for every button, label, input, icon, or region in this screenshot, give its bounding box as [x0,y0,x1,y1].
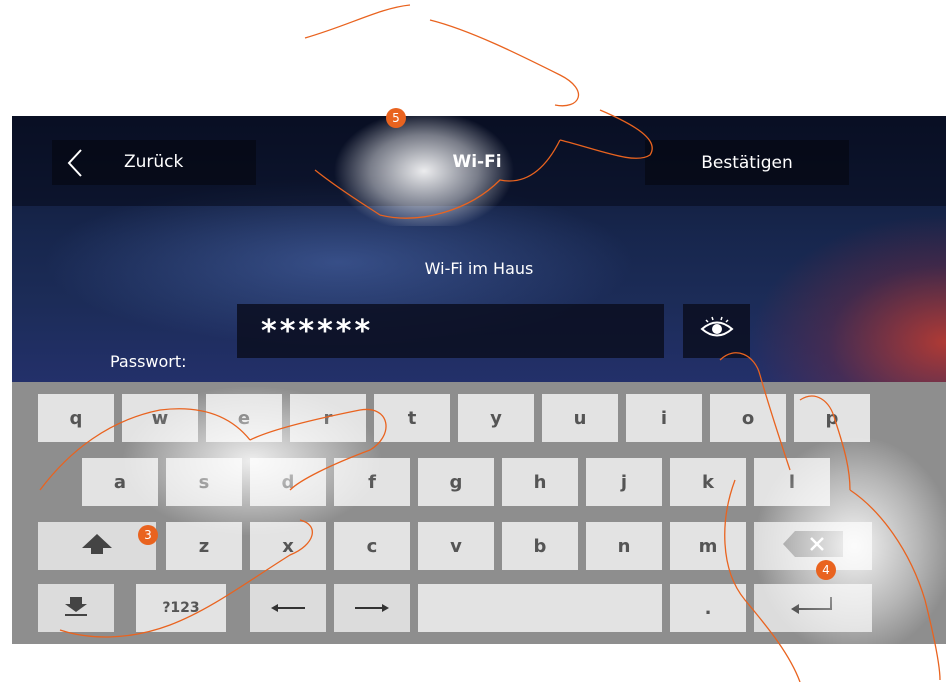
key-d[interactable]: d [250,458,326,506]
network-name: Wi-Fi im Haus [424,259,534,278]
backspace-icon [783,530,843,562]
step-marker: 5 [386,108,406,128]
key-f[interactable]: f [334,458,410,506]
backspace-key[interactable] [754,522,872,570]
arrow-right-icon [355,598,389,619]
back-chevron-icon [66,148,84,183]
key-u[interactable]: u [542,394,618,442]
eye-icon [699,316,734,346]
key-n[interactable]: n [586,522,662,570]
key-a[interactable]: a [82,458,158,506]
key-z[interactable]: z [166,522,242,570]
symbols-key[interactable]: ?123 [136,584,226,632]
key-c[interactable]: c [334,522,410,570]
password-input[interactable]: ****** [237,304,664,358]
key-l[interactable]: l [754,458,830,506]
key-j[interactable]: j [586,458,662,506]
key-w[interactable]: w [122,394,198,442]
back-label: Zurück [124,152,184,172]
page-title: Wi-Fi [452,152,502,172]
space-key[interactable] [418,584,662,632]
keyboard-hide-icon [64,595,88,622]
cursor-right-key[interactable] [334,584,410,632]
key-k[interactable]: k [670,458,746,506]
key-h[interactable]: h [502,458,578,506]
key-x[interactable]: x [250,522,326,570]
key-b[interactable]: b [502,522,578,570]
back-button[interactable]: Zurück [52,140,256,185]
key-g[interactable]: g [418,458,494,506]
show-password-button[interactable] [683,304,750,358]
hide-keyboard-key[interactable] [38,584,114,632]
step-marker: 3 [138,525,158,545]
wifi-password-screen: Zurück Wi-Fi Bestätigen Wi-Fi im Haus Pa… [12,116,946,644]
key-s[interactable]: s [166,458,242,506]
key-y[interactable]: y [458,394,534,442]
cursor-left-key[interactable] [250,584,326,632]
key-p[interactable]: p [794,394,870,442]
key-v[interactable]: v [418,522,494,570]
enter-key[interactable] [754,584,872,632]
confirm-button[interactable]: Bestätigen [645,140,849,185]
period-key[interactable]: . [670,584,746,632]
arrow-left-icon [271,598,305,619]
password-label: Passwort: [110,352,187,371]
confirm-label: Bestätigen [701,152,793,173]
key-i[interactable]: i [626,394,702,442]
shift-arrow-icon [82,533,112,559]
step-marker: 4 [816,560,836,580]
key-m[interactable]: m [670,522,746,570]
key-t[interactable]: t [374,394,450,442]
enter-icon [791,595,835,622]
key-r[interactable]: r [290,394,366,442]
key-e[interactable]: e [206,394,282,442]
key-q[interactable]: q [38,394,114,442]
on-screen-keyboard: q w e r t y u i o p a s d f g h j k l z … [12,382,946,644]
key-o[interactable]: o [710,394,786,442]
